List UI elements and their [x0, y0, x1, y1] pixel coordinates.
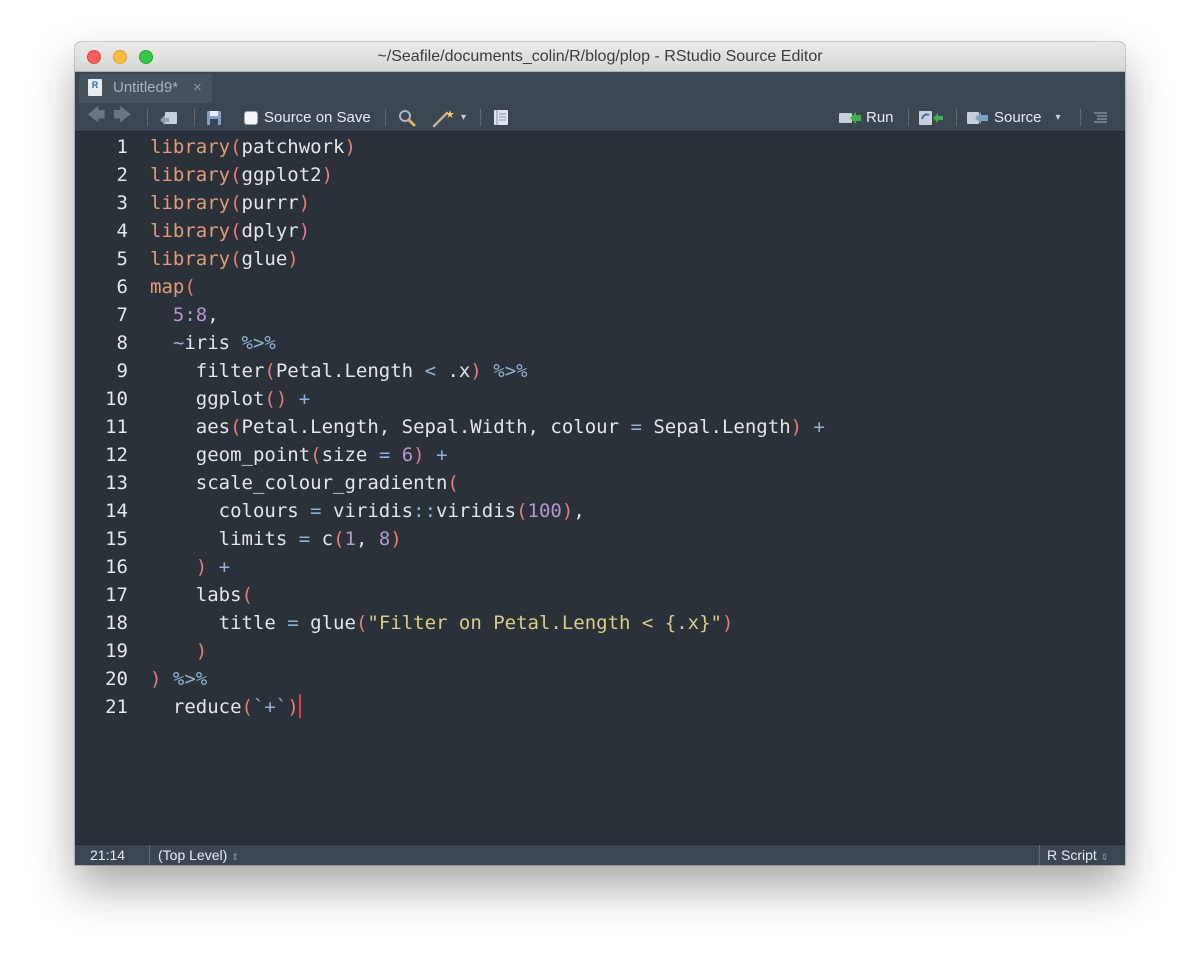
line-number: 3	[116, 192, 128, 214]
file-type-label: R Script	[1047, 847, 1097, 863]
toolbar-divider	[194, 109, 195, 126]
run-label: Run	[866, 109, 894, 126]
source-label: Source	[994, 109, 1042, 126]
r-file-icon: R	[88, 79, 102, 96]
code-line[interactable]: limits = c(1, 8)	[150, 525, 402, 553]
status-divider	[149, 845, 150, 865]
code-editor[interactable]: 1 2 3 4 5 6 7 8 9 10 11 12 13 14 15 16 1…	[75, 132, 1125, 844]
code-line[interactable]: library(dplyr)	[150, 217, 310, 245]
code-line[interactable]: scale_colour_gradientn(	[150, 469, 459, 497]
line-number: 20	[105, 668, 128, 690]
tab-close-icon[interactable]: ×	[193, 79, 202, 96]
line-number: 4	[116, 220, 128, 242]
code-line[interactable]: reduce(`+`)	[150, 693, 301, 721]
floppy-disk-icon	[207, 110, 221, 125]
scope-label: (Top Level)	[158, 847, 228, 863]
code-line[interactable]: library(glue)	[150, 245, 299, 273]
forward-arrow-icon[interactable]: 🡆	[113, 103, 132, 132]
line-number: 12	[105, 444, 128, 466]
source-button[interactable]: Source ▾	[966, 103, 1061, 132]
code-line[interactable]: map(	[150, 273, 196, 301]
cursor-position: 21:14	[90, 847, 126, 863]
back-arrow-icon[interactable]: 🡄	[87, 103, 106, 132]
line-number: 17	[105, 584, 128, 606]
line-number: 10	[105, 388, 128, 410]
line-number: 8	[116, 332, 128, 354]
file-type-selector[interactable]: R Script ⇕	[1047, 847, 1108, 863]
code-line[interactable]: title = glue("Filter on Petal.Length < {…	[150, 609, 734, 637]
line-number: 14	[105, 500, 128, 522]
run-button[interactable]: Run	[838, 103, 894, 132]
line-number: 6	[116, 276, 128, 298]
line-number: 13	[105, 472, 128, 494]
code-line[interactable]: aes(Petal.Length, Sepal.Width, colour = …	[150, 413, 825, 441]
source-on-save-toggle[interactable]: Source on Save	[244, 103, 371, 132]
scope-updown-icon: ⇕	[231, 852, 239, 862]
show-in-window-button[interactable]	[159, 103, 179, 132]
source-arrow-icon	[967, 111, 988, 124]
show-in-new-window-icon	[160, 111, 177, 125]
title-bar[interactable]: ~/Seafile/documents_colin/R/blog/plop - …	[75, 42, 1125, 72]
rstudio-source-editor-window: ~/Seafile/documents_colin/R/blog/plop - …	[75, 42, 1125, 865]
magic-wand-icon	[432, 109, 454, 127]
toolbar-divider	[908, 109, 909, 126]
code-line[interactable]: )	[150, 637, 207, 665]
code-line[interactable]: ggplot() +	[150, 385, 310, 413]
source-on-save-label: Source on Save	[264, 109, 371, 126]
line-number: 1	[116, 136, 128, 158]
line-number: 7	[116, 304, 128, 326]
code-line[interactable]: labs(	[150, 581, 253, 609]
toolbar-divider	[480, 109, 481, 126]
scope-selector[interactable]: (Top Level) ⇕	[158, 847, 239, 863]
code-line[interactable]: library(ggplot2)	[150, 161, 333, 189]
compile-report-button[interactable]	[493, 103, 509, 132]
window-title: ~/Seafile/documents_colin/R/blog/plop - …	[377, 48, 823, 65]
rerun-icon	[919, 110, 943, 125]
line-number: 18	[105, 612, 128, 634]
line-number: 11	[105, 416, 128, 438]
line-number: 16	[105, 556, 128, 578]
run-arrow-icon	[839, 111, 861, 124]
line-number: 2	[116, 164, 128, 186]
find-replace-button[interactable]	[398, 103, 416, 132]
code-tools-button[interactable]: ▾	[432, 103, 466, 132]
magnifier-icon	[399, 109, 416, 126]
code-line[interactable]: ) +	[150, 553, 230, 581]
code-line[interactable]: colours = viridis::viridis(100),	[150, 497, 585, 525]
code-line[interactable]: library(patchwork)	[150, 133, 356, 161]
line-number: 15	[105, 528, 128, 550]
text-cursor	[298, 694, 301, 718]
code-tools-dropdown-icon: ▾	[461, 112, 467, 123]
file-type-updown-icon: ⇕	[1100, 852, 1109, 862]
source-dropdown-icon[interactable]: ▾	[1056, 112, 1061, 123]
code-line[interactable]: library(purrr)	[150, 189, 310, 217]
toolbar-divider	[147, 109, 148, 126]
line-number: 9	[116, 360, 128, 382]
line-number: 19	[105, 640, 128, 662]
code-line[interactable]: ) %>%	[150, 665, 207, 693]
code-line[interactable]: geom_point(size = 6) +	[150, 441, 448, 469]
toolbar-divider	[956, 109, 957, 126]
status-bar: 21:14 (Top Level) ⇕ R Script ⇕	[75, 844, 1125, 865]
document-outline-button[interactable]	[1092, 103, 1108, 132]
notebook-icon	[494, 110, 508, 125]
rerun-button[interactable]	[918, 103, 944, 132]
save-button[interactable]	[206, 103, 222, 132]
line-number: 21	[105, 696, 128, 718]
code-line[interactable]: 5:8,	[150, 301, 219, 329]
editor-toolbar: 🡄 🡆 Source on Save ▾ Run Source ▾	[75, 103, 1125, 132]
tab-untitled9[interactable]: R Untitled9* ×	[79, 74, 212, 103]
tab-label: Untitled9*	[113, 79, 179, 96]
toolbar-divider	[1080, 109, 1081, 126]
source-on-save-checkbox[interactable]	[244, 110, 258, 125]
outline-lines-icon	[1094, 111, 1107, 123]
line-number: 5	[116, 248, 128, 270]
code-line[interactable]: filter(Petal.Length < .x) %>%	[150, 357, 528, 385]
status-divider	[1039, 845, 1040, 865]
code-line[interactable]: ~iris %>%	[150, 329, 276, 357]
tab-bar: R Untitled9* ×	[75, 72, 1125, 103]
toolbar-divider	[385, 109, 386, 126]
